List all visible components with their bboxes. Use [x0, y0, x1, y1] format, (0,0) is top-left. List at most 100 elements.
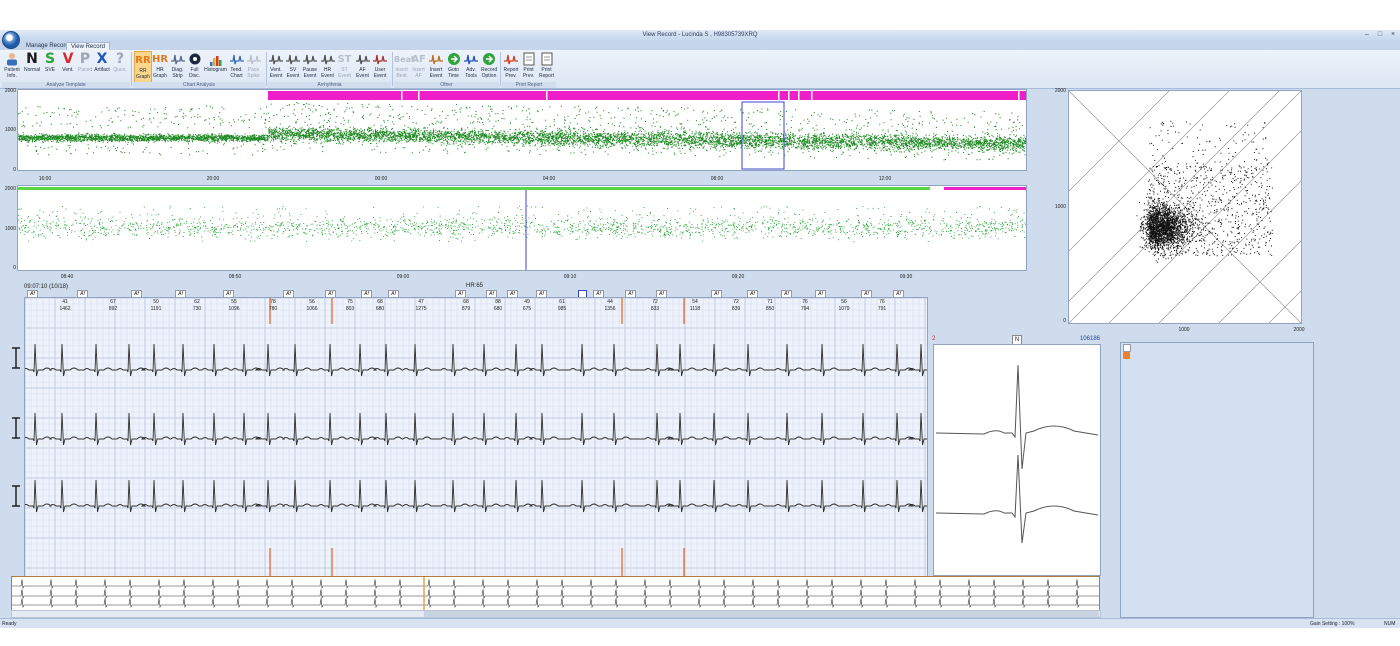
button-label: Prev. — [522, 72, 535, 79]
record-option-button[interactable]: Record Option — [481, 51, 497, 82]
close-icon[interactable]: × — [1388, 31, 1398, 39]
rr-top-value: 44 — [607, 299, 613, 305]
rr-top-value: 88 — [495, 299, 501, 305]
insert-af-button[interactable]: AF Insert AF — [411, 51, 426, 82]
rr-bottom-value: 680 — [375, 306, 385, 312]
af-event-button[interactable]: AF Event — [355, 51, 370, 82]
rr-top-value: 47 — [418, 299, 424, 305]
pause-event-button[interactable]: Pause Event — [302, 51, 318, 82]
rr-bottom-value: 833 — [650, 306, 660, 312]
sv-event-button[interactable]: SV Event — [286, 51, 300, 82]
tend-chart-button[interactable]: Tend. Chart — [229, 51, 244, 82]
rr-top-value: 78 — [270, 299, 276, 305]
rr-top-value: 68 — [377, 299, 383, 305]
ribbon-toolbar: Patient Info. N Normal S SVE V Vent. P Paced X Arti… — [0, 50, 1400, 89]
rr-bottom-value: 892 — [108, 306, 118, 312]
scrollbar-thumb[interactable] — [424, 611, 1099, 617]
button-label: Event — [338, 72, 351, 79]
ques-button[interactable]: ? Ques. — [112, 51, 128, 82]
button-label: Time — [448, 72, 459, 79]
rr-detail-chart[interactable] — [17, 185, 1027, 271]
rr-top-value: 71 — [767, 299, 773, 305]
group-label-arrhythmia: Arrhythmia — [268, 82, 391, 88]
rr-bottom-value: 794 — [800, 306, 810, 312]
status-text: Ready — [2, 621, 17, 627]
goto-time-button[interactable]: Goto Time — [446, 51, 461, 82]
num-lock-indicator: NUM — [1384, 621, 1396, 627]
pace-spike-button[interactable]: Pace Spike — [246, 51, 261, 82]
ecg-lead-trace — [25, 343, 927, 377]
sve-button[interactable]: S SVE — [42, 51, 58, 82]
af-gap-mark — [1018, 91, 1020, 100]
user-event-button[interactable]: User Event — [372, 51, 388, 82]
insert-beat-button[interactable]: Beat Insert Beat — [394, 51, 415, 82]
y-tick-label: 0 — [13, 167, 16, 173]
app-menu-button[interactable] — [2, 31, 20, 49]
trend-selection-box[interactable] — [741, 101, 785, 170]
button-label: Event — [321, 72, 334, 79]
report-prev-icon — [503, 51, 519, 68]
horizontal-scrollbar[interactable] — [11, 610, 1101, 618]
af-rhythm-bar — [944, 187, 1026, 190]
button-label: Strip — [172, 72, 183, 79]
poincare-points — [1136, 120, 1273, 263]
rr-trend-chart[interactable] — [17, 89, 1027, 171]
print-report-button[interactable]: Print Report — [538, 51, 555, 82]
pace-spike-icon — [246, 51, 261, 68]
vent-event-button[interactable]: Vent. Event — [268, 51, 284, 82]
diag-strip-button[interactable]: Diag. Strip — [170, 51, 185, 82]
vent-button[interactable]: V Vent. — [60, 51, 76, 82]
af-gap-mark — [546, 91, 548, 100]
lead-scale-icon — [10, 484, 22, 508]
x-tick-label: 16:00 — [38, 176, 52, 182]
x-tick-label: 08:00 — [710, 176, 724, 182]
rr-top-value: 55 — [231, 299, 237, 305]
ribbon-tabs: Manage Record View Record — [0, 41, 1400, 51]
ecg-strip[interactable] — [24, 297, 928, 577]
event-list-panel[interactable] — [1120, 342, 1314, 618]
rr-bottom-value: 1096 — [228, 306, 240, 312]
artifact-button[interactable]: X Artifact — [94, 51, 110, 82]
rr-top-value: 75 — [347, 299, 353, 305]
record-option-icon — [481, 51, 497, 68]
pause-event-icon — [302, 51, 318, 68]
y-tick-label: 1000 — [4, 127, 16, 133]
patient-info-button[interactable]: Patient Info. — [2, 51, 22, 82]
paced-button[interactable]: P Paced — [78, 51, 92, 82]
button-label: SVE — [44, 67, 55, 73]
hr-graph-button[interactable]: HR HR Graph — [152, 51, 168, 82]
af-gap-mark — [811, 91, 813, 100]
adv-tools-button[interactable]: Adv. Tools — [463, 51, 479, 82]
rr-top-value: 72 — [652, 299, 658, 305]
af-letter-icon: AF — [411, 54, 426, 65]
button-label: Event — [356, 72, 369, 79]
st-event-button[interactable]: ST ST Event — [337, 51, 352, 82]
full-disc-button[interactable]: Full Disc. — [187, 51, 202, 82]
group-label-analyze-template: Analyze Template — [2, 82, 130, 88]
rr-top-value: 76 — [879, 299, 885, 305]
insert-event-button[interactable]: Insert Event — [428, 51, 444, 82]
rr-bottom-value: 985 — [557, 306, 567, 312]
poincare-plot[interactable] — [1068, 90, 1302, 324]
x-tick-label: 09:20 — [731, 274, 745, 280]
histogram-button[interactable]: Histogram — [204, 51, 227, 82]
report-prev-button[interactable]: Report Prev. — [503, 51, 519, 82]
?-letter-icon: ? — [115, 51, 125, 67]
print-prev-button[interactable]: Print Prev. — [521, 51, 536, 82]
normal-button[interactable]: N Normal — [24, 51, 40, 82]
user-event-icon — [372, 51, 388, 68]
minimize-icon[interactable]: – — [1362, 31, 1372, 39]
rr-graph-button[interactable]: RR RR Graph — [134, 51, 152, 84]
button-label: Histogram — [204, 67, 227, 73]
rr-top-value: 61 — [559, 299, 565, 305]
adv-tools-icon — [463, 51, 479, 68]
maximize-icon[interactable]: □ — [1375, 31, 1385, 39]
status-bar: Ready Gain Setting : 100% NUM — [0, 618, 1400, 628]
button-label: AF — [415, 72, 422, 79]
overview-strip[interactable] — [11, 576, 1100, 612]
hr-event-button[interactable]: HR Event — [320, 51, 335, 82]
template-beat-view[interactable] — [933, 344, 1101, 576]
collapse-icon[interactable] — [1123, 344, 1131, 352]
y-tick-label: 0 — [13, 265, 16, 271]
button-label: Report — [538, 72, 554, 79]
